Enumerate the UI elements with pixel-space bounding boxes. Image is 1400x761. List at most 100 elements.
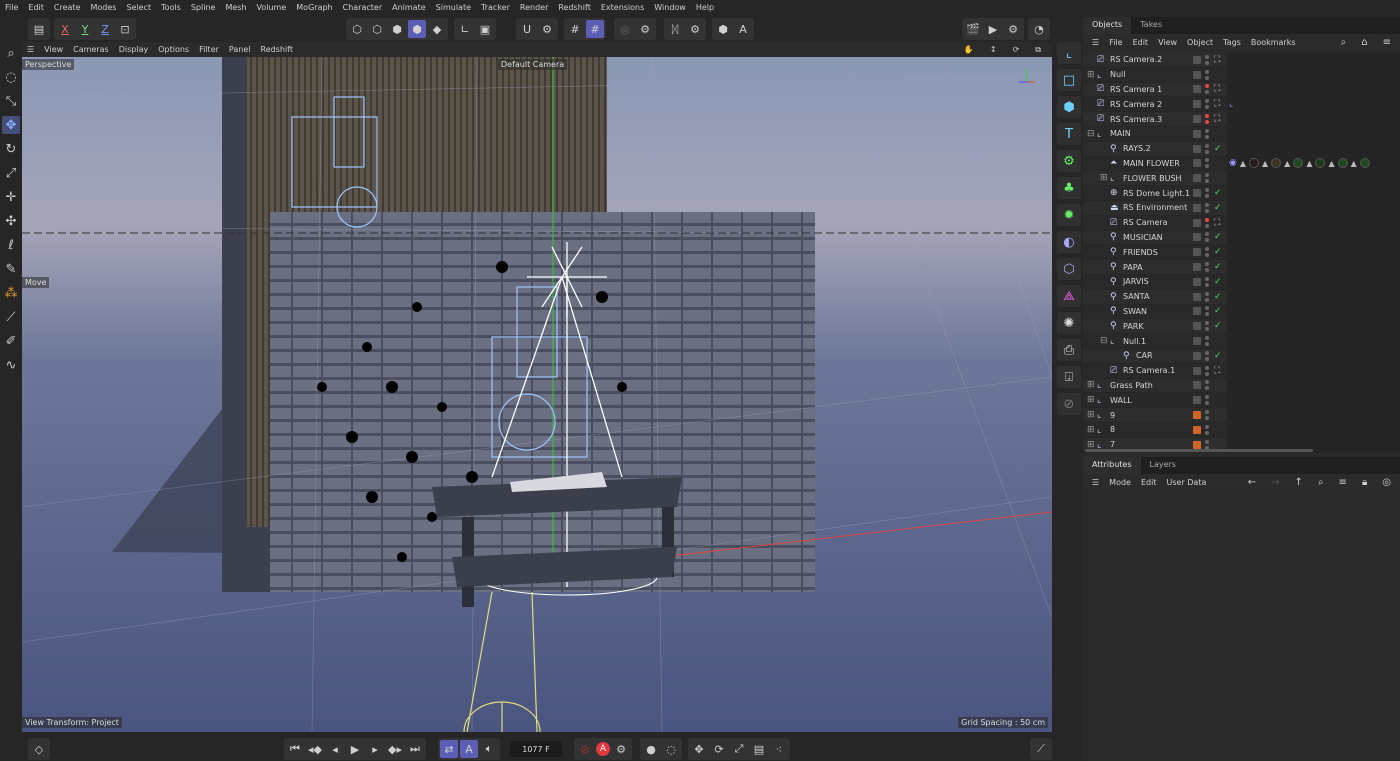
go-to-start-icon[interactable]: ⏮ (286, 740, 304, 758)
layer-toggle[interactable] (1193, 233, 1201, 242)
texture-tag-icon[interactable]: ▲ (1306, 159, 1312, 168)
render-settings-icon[interactable]: ⚙ (1004, 20, 1022, 38)
object-name[interactable]: JARVIS (1123, 277, 1149, 286)
menu-create[interactable]: Create (49, 3, 86, 12)
up-arrow-icon[interactable]: ↑ (1290, 477, 1308, 488)
object-row[interactable]: ⊞ ⌞ FLOWER BUSH (1083, 171, 1400, 187)
object-name[interactable]: PAPA (1123, 263, 1143, 272)
material-tag-icon[interactable] (1271, 158, 1282, 169)
render-region-icon[interactable]: 🎬 (964, 20, 982, 38)
visibility-dots[interactable] (1205, 128, 1209, 139)
camera-icon[interactable]: ⎙ (1057, 339, 1081, 361)
layer-toggle[interactable] (1193, 337, 1201, 346)
menu-help[interactable]: Help (691, 3, 719, 12)
viewport-menu-display[interactable]: Display (114, 45, 154, 54)
enabled-check-icon[interactable]: ✓ (1214, 292, 1222, 302)
target-icon[interactable]: ◎ (1377, 477, 1396, 488)
placement-icon[interactable]: ✣ (2, 212, 20, 230)
objects-menu-bookmarks[interactable]: Bookmarks (1246, 38, 1301, 47)
menu-extensions[interactable]: Extensions (596, 3, 649, 12)
maximize-view-icon[interactable]: ⧉ (1030, 45, 1046, 55)
object-row[interactable]: ⎚ RS Camera ⛶ (1083, 215, 1400, 231)
visibility-dots[interactable] (1205, 395, 1209, 406)
menu-render[interactable]: Render (515, 3, 553, 12)
symmetry-icon[interactable]: ᛞ (666, 20, 684, 38)
expand-toggle-icon[interactable]: ⊞ (1087, 425, 1095, 435)
grid-icon[interactable]: # (566, 20, 584, 38)
object-row[interactable]: ⊕ RS Dome Light.1 ✓ (1083, 186, 1400, 201)
menu-spline[interactable]: Spline (186, 3, 221, 12)
object-name[interactable]: Grass Path (1110, 381, 1153, 390)
object-name[interactable]: RAYS.2 (1123, 144, 1151, 153)
gear-icon[interactable]: ⚙ (636, 20, 654, 38)
object-name[interactable]: Null.1 (1123, 337, 1146, 346)
home-icon[interactable]: ⌂ (1356, 37, 1372, 48)
expand-toggle-icon[interactable]: ⊞ (1100, 173, 1108, 183)
attributes-menu-edit[interactable]: Edit (1136, 478, 1162, 487)
menu-mesh[interactable]: Mesh (220, 3, 251, 12)
knife-icon[interactable]: ✎ (2, 260, 20, 278)
layer-toggle[interactable] (1193, 55, 1201, 64)
menu-window[interactable]: Window (649, 3, 691, 12)
uv-mode-icon[interactable]: ◆ (428, 20, 446, 38)
object-name[interactable]: MAIN (1110, 129, 1131, 138)
expand-toggle-icon[interactable]: ⊞ (1087, 395, 1095, 405)
layer-toggle[interactable] (1193, 292, 1201, 301)
live-selection-icon[interactable]: ◌ (2, 68, 20, 86)
menu-character[interactable]: Character (338, 3, 388, 12)
point-level-icon[interactable]: ⁖ (770, 740, 788, 758)
object-name[interactable]: PARK (1123, 322, 1144, 331)
eye-icon[interactable]: ⬢ (714, 20, 732, 38)
menu-redshift[interactable]: Redshift (553, 3, 595, 12)
object-name[interactable]: RS Camera (1123, 218, 1168, 227)
x-axis-toggle[interactable]: X (56, 20, 74, 38)
layer-toggle[interactable] (1193, 203, 1201, 212)
object-name[interactable]: 7 (1110, 440, 1115, 449)
polygons-mode-icon[interactable]: ⬢ (388, 20, 406, 38)
object-name[interactable]: RS Camera 2 (1110, 100, 1162, 109)
parameter-key-icon[interactable]: ▤ (750, 740, 768, 758)
enabled-check-icon[interactable]: ✓ (1214, 247, 1222, 257)
enabled-check-icon[interactable]: ✓ (1214, 232, 1222, 242)
visibility-dots[interactable] (1205, 143, 1209, 154)
tab-layers[interactable]: Layers (1141, 457, 1185, 474)
motion-clip-icon[interactable]: ◌ (662, 740, 680, 758)
points-mode-icon[interactable]: ⬡ (348, 20, 366, 38)
texture-tag-icon[interactable]: ▲ (1262, 159, 1268, 168)
layer-color-swatch[interactable] (1193, 440, 1201, 449)
layer-toggle[interactable] (1193, 218, 1201, 227)
attributes-menu-mode[interactable]: Mode (1104, 478, 1136, 487)
visibility-dots[interactable] (1205, 84, 1209, 95)
object-row[interactable]: ⊟ ⌞ Null.1 (1083, 334, 1400, 349)
sculpt-icon[interactable]: ✐ (2, 332, 20, 350)
visibility-dots[interactable] (1205, 424, 1209, 435)
menu-volume[interactable]: Volume (252, 3, 292, 12)
visibility-dots[interactable] (1205, 69, 1209, 80)
layer-toggle[interactable] (1193, 322, 1201, 331)
search-icon[interactable]: ⌕ (1313, 477, 1329, 488)
camera-target-tag-icon[interactable]: ⛶ (1214, 218, 1220, 228)
undo-icon[interactable]: ▤ (30, 20, 48, 38)
menu-tracker[interactable]: Tracker (476, 3, 515, 12)
generator-icon[interactable]: ⚙ (1057, 150, 1081, 172)
forward-arrow-icon[interactable]: → (1266, 477, 1284, 488)
visibility-dots[interactable] (1205, 173, 1209, 184)
enabled-check-icon[interactable]: ✓ (1214, 306, 1222, 316)
settings-icon[interactable]: ⚙ (686, 20, 704, 38)
object-row[interactable]: ⊟ ⌞ MAIN (1083, 126, 1400, 142)
objects-menu-object[interactable]: Object (1182, 38, 1218, 47)
coordinate-system-icon[interactable]: ⊡ (116, 20, 134, 38)
layer-toggle[interactable] (1193, 174, 1201, 183)
layer-toggle[interactable] (1193, 115, 1201, 124)
object-name[interactable]: WALL (1110, 396, 1132, 405)
position-key-icon[interactable]: ✥ (690, 740, 708, 758)
viewport-menu-panel[interactable]: Panel (224, 45, 256, 54)
object-name[interactable]: SWAN (1123, 307, 1147, 316)
menu-simulate[interactable]: Simulate (431, 3, 476, 12)
object-name[interactable]: RS Camera.2 (1110, 55, 1162, 64)
spline-rectangle-icon[interactable]: □ (1057, 69, 1081, 91)
layer-toggle[interactable] (1193, 396, 1201, 405)
layer-color-swatch[interactable] (1193, 411, 1201, 420)
layer-toggle[interactable] (1193, 277, 1201, 286)
texture-tag-icon[interactable]: ▲ (1351, 159, 1357, 168)
